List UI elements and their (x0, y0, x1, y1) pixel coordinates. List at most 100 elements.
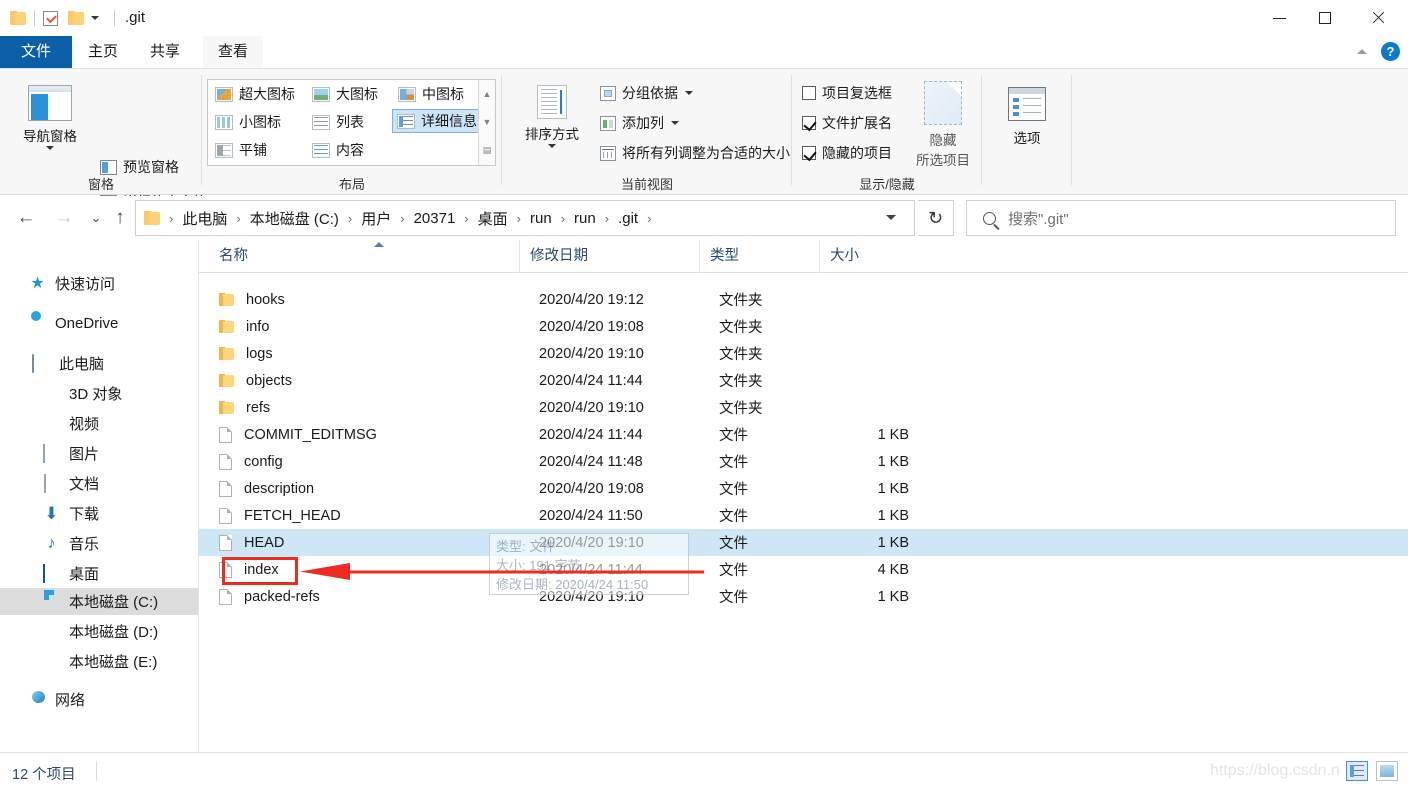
file-name-cell: config (219, 453, 283, 470)
minimize-button[interactable] (1256, 0, 1302, 36)
sidebar-item-3d-objects[interactable]: 3D 对象 (0, 380, 198, 407)
size-all-columns-button[interactable]: 将所有列调整为合适的大小 (600, 143, 790, 163)
group-by-button[interactable]: 分组依据 (600, 83, 693, 103)
sidebar-item-local-disk-c[interactable]: 本地磁盘 (C:) (0, 588, 198, 615)
table-row[interactable]: hooks 2020/4/20 19:12 文件夹 (199, 286, 1408, 313)
column-header-size[interactable]: 大小 (819, 240, 929, 273)
table-row[interactable]: description 2020/4/20 19:08 文件 1 KB (199, 475, 1408, 502)
view-details[interactable]: 详细信息 (392, 109, 482, 133)
forward-button[interactable]: → (50, 204, 78, 232)
view-medium-icons[interactable]: 中图标 (394, 83, 468, 105)
back-button[interactable]: ← (12, 204, 40, 232)
close-button[interactable] (1348, 0, 1408, 36)
sidebar-item-music[interactable]: ♪ 音乐 (0, 530, 198, 557)
table-row[interactable]: info 2020/4/20 19:08 文件夹 (199, 313, 1408, 340)
hidden-items-label: 隐藏的项目 (822, 145, 892, 161)
maximize-button[interactable] (1302, 0, 1348, 36)
table-row[interactable]: config 2020/4/24 11:48 文件 1 KB (199, 448, 1408, 475)
tab-share[interactable]: 共享 (134, 36, 196, 68)
breadcrumb-item-4[interactable]: 桌面 (476, 208, 510, 229)
table-row[interactable]: COMMIT_EDITMSG 2020/4/24 11:44 文件 1 KB (199, 421, 1408, 448)
file-extensions-checkbox[interactable] (802, 116, 816, 130)
breadcrumb-item-1[interactable]: 本地磁盘 (C:) (248, 208, 341, 229)
sidebar-item-desktop[interactable]: 桌面 (0, 560, 198, 587)
view-list[interactable]: 列表 (308, 111, 368, 133)
sidebar-item-downloads[interactable]: ⬇ 下载 (0, 500, 198, 527)
hidden-items-checkbox[interactable] (802, 146, 816, 160)
column-header-date-modified[interactable]: 修改日期 (519, 240, 699, 273)
tab-file[interactable]: 文件 (0, 36, 72, 68)
tab-view[interactable]: 查看 (203, 36, 263, 68)
chevron-down-icon (548, 144, 556, 148)
options-icon (1008, 87, 1046, 121)
breadcrumb-item-2[interactable]: 用户 (359, 208, 393, 229)
hidden-items-option[interactable]: 隐藏的项目 (802, 143, 892, 163)
layout-view-gallery[interactable]: 超大图标 大图标 中图标 小图标 列表 详细信息 平铺 内容 ▲ ▼ ▤ (207, 79, 496, 166)
view-gallery-scrollbar[interactable]: ▲ ▼ ▤ (478, 80, 495, 165)
up-button[interactable]: ↑ (106, 204, 134, 232)
table-row[interactable]: HEAD 2020/4/20 19:10 文件 1 KB (199, 529, 1408, 556)
help-icon[interactable]: ? (1381, 42, 1400, 61)
breadcrumb-item-7[interactable]: .git (616, 210, 640, 227)
table-row[interactable]: packed-refs 2020/4/20 19:10 文件 1 KB (199, 583, 1408, 610)
thumbnails-view-toggle[interactable] (1376, 761, 1398, 781)
sidebar-item-videos[interactable]: 视频 (0, 410, 198, 437)
file-name-cell: FETCH_HEAD (219, 507, 341, 524)
breadcrumb[interactable]: › 此电脑 › 本地磁盘 (C:) › 用户 › 20371 › 桌面 › ru… (135, 200, 915, 236)
breadcrumb-item-3[interactable]: 20371 (412, 210, 458, 227)
options-button[interactable]: 选项 (990, 87, 1064, 146)
table-row[interactable]: FETCH_HEAD 2020/4/24 11:50 文件 1 KB (199, 502, 1408, 529)
item-checkboxes-label: 项目复选框 (822, 85, 892, 101)
collapse-ribbon-icon[interactable] (1357, 49, 1367, 54)
hide-selected-items-button[interactable]: 隐藏 所选项目 (907, 81, 979, 169)
sort-by-button[interactable]: 排序方式 (514, 85, 590, 148)
sidebar-item-pictures[interactable]: 图片 (0, 440, 198, 467)
folder-icon[interactable] (10, 11, 26, 25)
navigation-pane: ★ 快速访问 OneDrive 此电脑 3D 对象 视频 图片 文档 ⬇ 下载 … (0, 240, 198, 752)
expand-gallery-icon[interactable]: ▤ (479, 136, 495, 164)
folder-icon (219, 293, 234, 306)
sidebar-item-network[interactable]: 网络 (0, 686, 198, 713)
column-header-type[interactable]: 类型 (699, 240, 819, 273)
breadcrumb-item-5[interactable]: run (528, 210, 554, 227)
search-box[interactable]: 搜索".git" (966, 200, 1396, 236)
scroll-down-icon[interactable]: ▼ (479, 108, 495, 136)
sidebar-item-this-pc[interactable]: 此电脑 (0, 350, 198, 377)
sidebar-item-onedrive[interactable]: OneDrive (0, 310, 198, 337)
view-content[interactable]: 内容 (308, 139, 368, 161)
tab-home[interactable]: 主页 (72, 36, 134, 68)
ribbon-tab-actions: ? (1357, 42, 1400, 61)
file-icon (219, 426, 232, 443)
item-checkboxes-checkbox[interactable] (802, 86, 816, 100)
sidebar-item-local-disk-e[interactable]: 本地磁盘 (E:) (0, 648, 198, 675)
details-view-toggle[interactable] (1346, 761, 1368, 781)
breadcrumb-item-6[interactable]: run (572, 210, 598, 227)
search-input[interactable]: 搜索".git" (1008, 208, 1069, 229)
view-extra-large-icons[interactable]: 超大图标 (211, 83, 299, 105)
table-row[interactable]: logs 2020/4/20 19:10 文件夹 (199, 340, 1408, 367)
new-folder-icon[interactable] (68, 11, 84, 25)
scroll-up-icon[interactable]: ▲ (479, 80, 495, 108)
file-extensions-option[interactable]: 文件扩展名 (802, 113, 892, 133)
sidebar-item-quick-access[interactable]: ★ 快速访问 (0, 270, 198, 297)
properties-icon[interactable] (43, 10, 58, 26)
local-disk-icon (42, 653, 61, 671)
column-header-name[interactable]: 名称 (199, 240, 519, 273)
chevron-down-icon[interactable] (886, 215, 896, 220)
annotation-arrow (300, 563, 704, 580)
chevron-down-icon[interactable] (91, 16, 99, 20)
content-view-icon (312, 142, 330, 158)
add-columns-button[interactable]: 添加列 (600, 113, 679, 133)
folder-icon (219, 401, 234, 414)
breadcrumb-item-0[interactable]: 此电脑 (180, 208, 229, 229)
table-row[interactable]: objects 2020/4/24 11:44 文件夹 (199, 367, 1408, 394)
refresh-button[interactable]: ↻ (918, 200, 954, 236)
view-small-icons[interactable]: 小图标 (211, 111, 285, 133)
sidebar-item-local-disk-d[interactable]: 本地磁盘 (D:) (0, 618, 198, 645)
table-row[interactable]: refs 2020/4/20 19:10 文件夹 (199, 394, 1408, 421)
navigation-pane-button[interactable]: 导航窗格 (12, 85, 88, 150)
item-checkboxes-option[interactable]: 项目复选框 (802, 83, 892, 103)
view-large-icons[interactable]: 大图标 (308, 83, 382, 105)
sidebar-item-documents[interactable]: 文档 (0, 470, 198, 497)
view-tiles[interactable]: 平铺 (211, 139, 271, 161)
